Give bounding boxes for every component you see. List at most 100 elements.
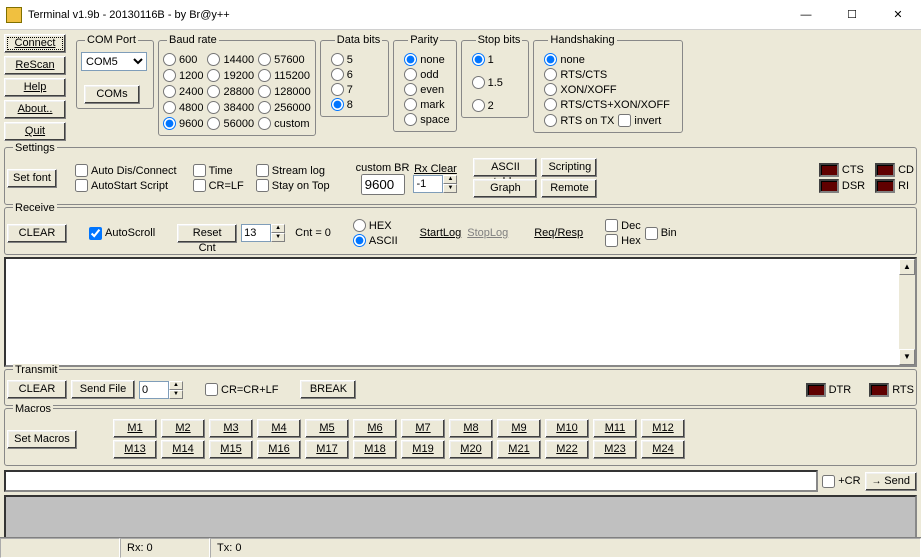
send-input[interactable]	[4, 470, 818, 492]
macro-M20[interactable]: M20	[449, 440, 493, 459]
macro-M22[interactable]: M22	[545, 440, 589, 459]
maximize-button[interactable]: ☐	[829, 0, 875, 30]
remote-button[interactable]: Remote	[541, 179, 597, 198]
connect-button[interactable]: Connect	[4, 34, 66, 53]
macro-M10[interactable]: M10	[545, 419, 589, 438]
comport-select[interactable]: COM5	[81, 52, 147, 71]
macro-M18[interactable]: M18	[353, 440, 397, 459]
macro-M13[interactable]: M13	[113, 440, 157, 459]
handshaking-none[interactable]: none	[544, 52, 676, 67]
baud-256000[interactable]: 256000	[258, 100, 311, 115]
baud-600[interactable]: 600	[163, 52, 203, 67]
tx-clear-button[interactable]: CLEAR	[7, 380, 67, 399]
crlf-check[interactable]: CR=LF	[193, 178, 244, 193]
receive-textarea[interactable]: ▲▼	[4, 257, 917, 367]
baud-128000[interactable]: 128000	[258, 84, 311, 99]
coms-button[interactable]: COMs	[84, 85, 140, 104]
custom-br-input[interactable]	[361, 174, 405, 195]
about-button[interactable]: About..	[4, 100, 66, 119]
macro-M4[interactable]: M4	[257, 419, 301, 438]
rxclear-spin[interactable]: ▲▼	[413, 175, 457, 193]
parity-space[interactable]: space	[404, 112, 449, 127]
scripting-button[interactable]: Scripting	[541, 158, 597, 177]
parity-odd[interactable]: odd	[404, 67, 449, 82]
parity-mark[interactable]: mark	[404, 97, 449, 112]
databits-8[interactable]: 8	[331, 97, 382, 112]
macro-M1[interactable]: M1	[113, 419, 157, 438]
close-button[interactable]: ✕	[875, 0, 921, 30]
macro-M8[interactable]: M8	[449, 419, 493, 438]
handshaking-RTS/CTS+XON/XOFF[interactable]: RTS/CTS+XON/XOFF	[544, 97, 676, 112]
set-macros-button[interactable]: Set Macros	[7, 430, 77, 449]
databits-5[interactable]: 5	[331, 52, 382, 67]
quit-button[interactable]: Quit	[4, 122, 66, 141]
bin-check[interactable]: Bin	[645, 226, 677, 241]
macro-M24[interactable]: M24	[641, 440, 685, 459]
macro-M11[interactable]: M11	[593, 419, 637, 438]
rescan-button[interactable]: ReScan	[4, 56, 66, 75]
macro-M7[interactable]: M7	[401, 419, 445, 438]
macro-M15[interactable]: M15	[209, 440, 253, 459]
setfont-button[interactable]: Set font	[7, 169, 57, 188]
baud-28800[interactable]: 28800	[207, 84, 254, 99]
invert-check[interactable]: invert	[618, 113, 661, 128]
macro-M16[interactable]: M16	[257, 440, 301, 459]
baud-19200[interactable]: 19200	[207, 68, 254, 83]
startlog-button[interactable]: StartLog	[420, 227, 462, 239]
asciitable-button[interactable]: ASCII table	[473, 158, 537, 177]
time-check[interactable]: Time	[193, 163, 244, 178]
macro-M9[interactable]: M9	[497, 419, 541, 438]
baud-14400[interactable]: 14400	[207, 52, 254, 67]
baud-1200[interactable]: 1200	[163, 68, 203, 83]
autostart-script-check[interactable]: AutoStart Script	[75, 178, 177, 193]
baud-2400[interactable]: 2400	[163, 84, 203, 99]
tx-spin[interactable]: ▲▼	[139, 381, 183, 399]
handshaking-RTS/CTS[interactable]: RTS/CTS	[544, 67, 676, 82]
autoscroll-check[interactable]: AutoScroll	[89, 226, 155, 241]
stopbits-2[interactable]: 2	[472, 98, 523, 113]
baud-115200[interactable]: 115200	[258, 68, 311, 83]
databits-7[interactable]: 7	[331, 82, 382, 97]
auto-disconnect-check[interactable]: Auto Dis/Connect	[75, 163, 177, 178]
break-button[interactable]: BREAK	[300, 380, 356, 399]
baud-custom[interactable]: custom	[258, 116, 311, 131]
baud-9600[interactable]: 9600	[163, 116, 203, 131]
macro-M23[interactable]: M23	[593, 440, 637, 459]
streamlog-check[interactable]: Stream log	[256, 163, 330, 178]
send-button[interactable]: Send	[865, 472, 917, 491]
resetcnt-button[interactable]: Reset Cnt	[177, 224, 237, 243]
plus-cr-check[interactable]: +CR	[822, 474, 860, 489]
macro-M14[interactable]: M14	[161, 440, 205, 459]
macro-M6[interactable]: M6	[353, 419, 397, 438]
sendfile-button[interactable]: Send File	[71, 380, 135, 399]
macro-M19[interactable]: M19	[401, 440, 445, 459]
dtr-led[interactable]: DTR	[806, 383, 852, 397]
rts-led[interactable]: RTS	[869, 383, 914, 397]
graph-button[interactable]: Graph	[473, 179, 537, 198]
parity-even[interactable]: even	[404, 82, 449, 97]
stayontop-check[interactable]: Stay on Top	[256, 178, 330, 193]
handshaking-XON/XOFF[interactable]: XON/XOFF	[544, 82, 676, 97]
baud-38400[interactable]: 38400	[207, 100, 254, 115]
macro-M5[interactable]: M5	[305, 419, 349, 438]
rts-on-tx-radio[interactable]: RTS on TX	[544, 113, 614, 128]
macro-M12[interactable]: M12	[641, 419, 685, 438]
rx-scrollbar[interactable]: ▲▼	[899, 259, 915, 365]
cnt-spin[interactable]: ▲▼	[241, 224, 285, 242]
rx-ascii-radio[interactable]: ASCII	[353, 233, 398, 248]
baud-56000[interactable]: 56000	[207, 116, 254, 131]
macro-M2[interactable]: M2	[161, 419, 205, 438]
hex-check[interactable]: Hex	[605, 233, 641, 248]
reqresp-button[interactable]: Req/Resp	[534, 227, 583, 239]
macro-M3[interactable]: M3	[209, 419, 253, 438]
dec-check[interactable]: Dec	[605, 218, 641, 233]
stopbits-1.5[interactable]: 1.5	[472, 75, 523, 90]
baud-57600[interactable]: 57600	[258, 52, 311, 67]
help-button[interactable]: Help	[4, 78, 66, 97]
crcrlf-check[interactable]: CR=CR+LF	[205, 382, 278, 397]
rx-hex-radio[interactable]: HEX	[353, 218, 398, 233]
parity-none[interactable]: none	[404, 52, 449, 67]
databits-6[interactable]: 6	[331, 67, 382, 82]
minimize-button[interactable]: —	[783, 0, 829, 30]
rx-clear-button[interactable]: CLEAR	[7, 224, 67, 243]
